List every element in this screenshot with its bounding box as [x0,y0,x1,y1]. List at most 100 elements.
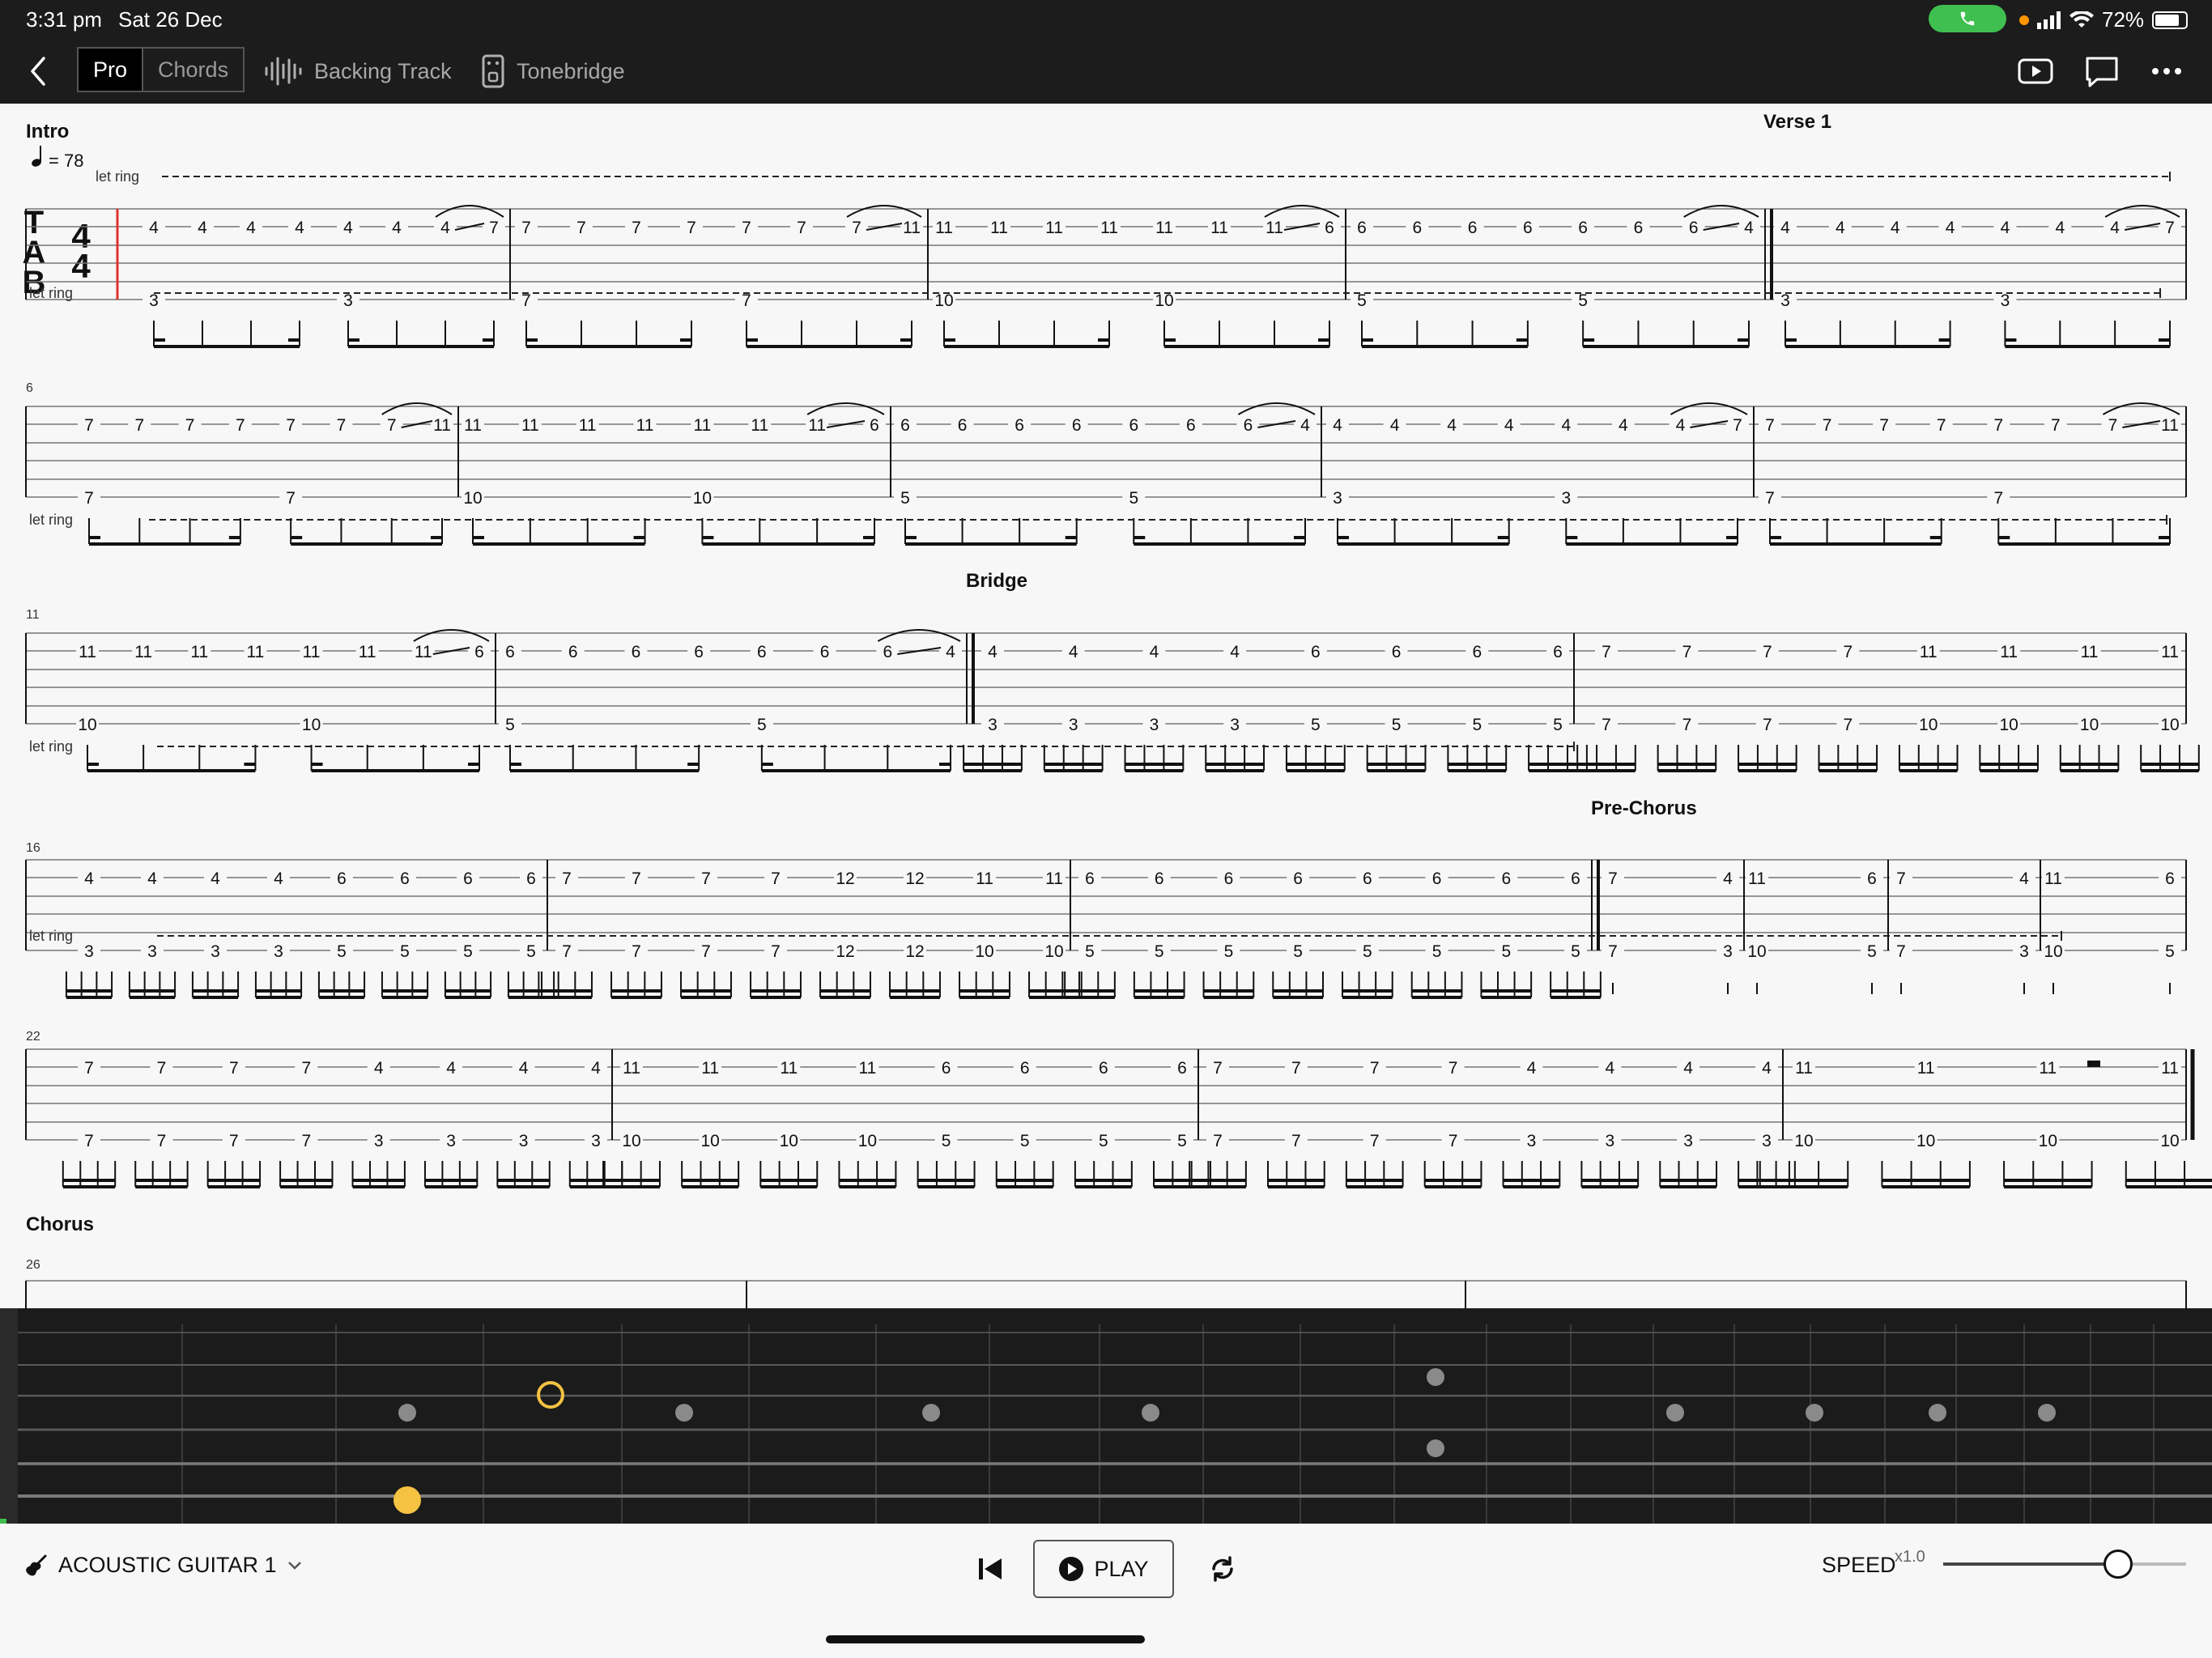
fret-number: 7 [521,219,531,237]
fret-number: 7 [1843,716,1853,734]
fret-number: 4 [149,219,159,237]
fret-number: 6 [942,1059,951,1078]
comment-icon[interactable] [2082,52,2121,91]
fret-number: 7 [84,416,94,435]
fret-number: 10 [2044,942,2062,961]
fret-number: 4 [1504,416,1514,435]
fret-number: 7 [157,1132,167,1150]
fret-number: 3 [446,1132,456,1150]
fret-number: 7 [1937,416,1946,435]
fret-number: 6 [463,869,473,888]
fret-number: 3 [1561,489,1571,508]
fret-number: 4 [1300,416,1310,435]
home-indicator[interactable] [826,1635,1145,1643]
fret-number: 6 [337,869,347,888]
fret-number: 7 [562,942,572,961]
tab-pro[interactable]: Pro [79,49,144,91]
fretboard-view[interactable] [0,1308,2212,1524]
fret-number: 5 [1099,1132,1108,1150]
fret-number: 11 [751,416,768,435]
measure-number: 6 [26,381,33,395]
fret-number: 11 [1045,869,1063,888]
fret-number: 4 [440,219,450,237]
fret-number: 4 [2001,219,2010,237]
fret-number: 11 [903,219,921,237]
fret-number: 7 [797,219,806,237]
fret-marker-dot [675,1404,693,1422]
fret-marker-dot [1806,1404,1823,1422]
tab-score[interactable]: Intro Verse 1 Bridge Pre-Chorus Chorus =… [0,104,2212,1308]
video-icon[interactable] [2016,52,2055,91]
view-mode-segmented-control: Pro Chords [77,47,245,92]
speed-slider[interactable] [1943,1550,2186,1579]
fret-number: 3 [1069,716,1078,734]
fret-number: 4 [246,219,256,237]
fret-number: 7 [1763,643,1772,661]
play-button[interactable]: PLAY [1033,1540,1174,1598]
fret-number: 7 [521,291,531,310]
rewind-button[interactable] [968,1545,1012,1593]
signal-icon [2037,11,2061,29]
back-icon[interactable] [23,53,55,89]
fret-number: 6 [958,416,968,435]
fret-number: 7 [1733,416,1742,435]
fret-number: 10 [858,1132,877,1150]
fret-number: 11 [1920,643,1938,661]
fret-number: 6 [1553,643,1563,661]
fret-number: 6 [900,416,910,435]
fret-number: 3 [84,942,94,961]
backing-track-button[interactable]: Backing Track [264,53,452,89]
instrument-selector[interactable]: ACOUSTIC GUITAR 1 [24,1553,303,1578]
fret-number: 10 [1794,1132,1813,1150]
fret-number: 4 [1683,1059,1693,1078]
fret-number: 5 [463,942,473,961]
fret-number: 10 [2160,1132,2179,1150]
fret-number: 7 [1448,1132,1458,1150]
fretboard-canvas[interactable] [0,1308,2212,1524]
fret-number: 6 [400,869,410,888]
fret-number: 7 [1682,716,1692,734]
fret-number: 11 [1795,1059,1813,1078]
fret-number: 6 [526,869,536,888]
fret-number: 7 [1213,1059,1223,1078]
tab-chords[interactable]: Chords [143,49,243,91]
play-label: PLAY [1094,1556,1149,1581]
tablature-canvas[interactable]: Intro Verse 1 Bridge Pre-Chorus Chorus =… [0,104,2212,1308]
more-icon[interactable] [2147,52,2186,91]
fret-number: 4 [1333,416,1342,435]
fret-number: 11 [859,1059,877,1078]
loop-button[interactable] [1200,1545,1245,1593]
fret-number: 7 [1823,416,1832,435]
fret-number: 11 [2039,1059,2057,1078]
fret-number: 7 [1291,1132,1301,1150]
fret-number: 11 [990,219,1008,237]
fret-number: 5 [1155,942,1164,961]
fret-number: 6 [1311,643,1321,661]
active-call-pill[interactable] [1929,5,2006,32]
let-ring-label: let ring [29,512,73,528]
fret-number: 6 [1867,869,1877,888]
tonebridge-button[interactable]: Tonebridge [481,53,625,89]
fret-number: 7 [771,942,781,961]
status-time: 3:31 pm [26,7,102,32]
fret-number: 6 [1186,416,1196,435]
fret-number: 4 [446,1059,456,1078]
fret-number: 3 [149,291,159,310]
fret-number: 11 [79,643,96,661]
loop-icon [1212,1556,1233,1582]
fret-number: 6 [757,643,767,661]
fret-number: 7 [157,1059,167,1078]
fret-number: 11 [1100,219,1118,237]
fret-number: 6 [1363,869,1372,888]
fret-number: 3 [274,942,283,961]
tonebridge-label: Tonebridge [517,58,625,83]
status-date: Sat 26 Dec [118,7,223,32]
fret-number: 7 [1879,416,1889,435]
fret-number: 3 [519,1132,529,1150]
fret-number: 10 [78,716,96,734]
fret-number: 11 [2161,643,2179,661]
fret-number: 5 [1553,716,1563,734]
fret-number: 7 [1765,489,1775,508]
fret-number: 6 [1129,416,1138,435]
speed-slider-handle[interactable] [2104,1550,2133,1579]
